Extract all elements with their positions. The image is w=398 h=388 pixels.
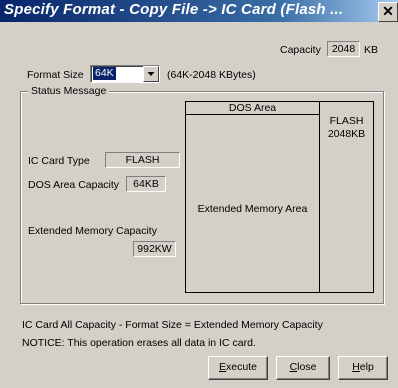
format-size-selected: 64K [93, 67, 116, 80]
capacity-value: 2048 [327, 41, 360, 57]
close-icon: ✕ [382, 3, 394, 19]
flash-label: FLASH [329, 115, 364, 127]
title-bar[interactable]: Specify Format - Copy File -> IC Card (F… [0, 0, 398, 22]
execute-button[interactable]: Execute [208, 356, 268, 380]
close-button[interactable]: Close [276, 356, 330, 380]
dos-area-capacity-text: 64KB [133, 178, 159, 190]
notice-text: NOTICE: This operation erases all data i… [22, 337, 256, 349]
capacity-value-text: 2048 [331, 43, 356, 55]
formula-text: IC Card All Capacity - Format Size = Ext… [22, 319, 323, 331]
ic-card-type-text: FLASH [125, 154, 160, 166]
flash-info: FLASH 2048KB [320, 115, 373, 141]
extended-memory-area-label: Extended Memory Area [197, 203, 308, 215]
chevron-down-icon [147, 72, 155, 76]
extended-memory-capacity-text: 992KW [137, 243, 172, 255]
dos-area-label: DOS Area [186, 102, 319, 115]
help-mnemonic: H [352, 361, 360, 373]
close-window-button[interactable]: ✕ [378, 2, 398, 22]
capacity-unit: KB [364, 44, 379, 56]
dos-area-capacity-value: 64KB [126, 176, 166, 192]
flash-size: 2048KB [327, 128, 366, 140]
status-message-legend: Status Message [28, 85, 110, 97]
extended-memory-capacity-label: Extended Memory Capacity [28, 225, 157, 237]
format-size-dropdown-button[interactable] [143, 66, 159, 82]
memory-diagram: DOS Area Extended Memory Area FLASH 2048… [185, 101, 374, 293]
format-size-range: (64K-2048 KBytes) [167, 69, 256, 81]
format-size-select[interactable]: 64K [90, 65, 160, 83]
extended-memory-capacity-value: 992KW [133, 241, 176, 257]
format-size-label: Format Size [27, 69, 84, 81]
dialog-window: Specify Format - Copy File -> IC Card (F… [0, 0, 398, 388]
window-title: Specify Format - Copy File -> IC Card (F… [4, 1, 344, 18]
ic-card-type-value: FLASH [105, 152, 180, 168]
help-button[interactable]: Help [338, 356, 388, 380]
close-label: lose [297, 361, 317, 373]
dos-area-capacity-label: DOS Area Capacity [28, 179, 120, 191]
execute-mnemonic: E [219, 361, 227, 373]
ic-card-type-label: IC Card Type [28, 155, 90, 167]
capacity-label: Capacity [280, 44, 321, 56]
help-label: elp [359, 361, 374, 373]
execute-label: xecute [226, 361, 257, 373]
